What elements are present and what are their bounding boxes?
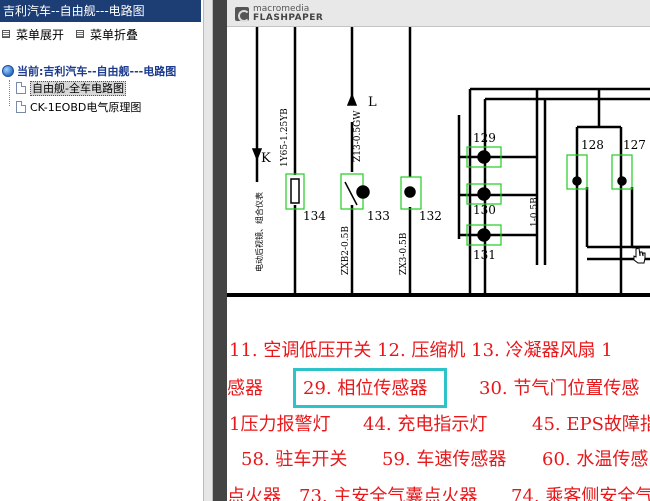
legend-row-2-end: 30. 节气门位置传感 — [479, 378, 640, 399]
globe-icon — [2, 65, 14, 77]
viewer-border — [213, 0, 227, 501]
legend-row-4-start: 58. 驻车开关 — [241, 449, 348, 470]
collapse-menu-label: 菜单折叠 — [90, 28, 139, 42]
legend-row-4-end: 60. 水温传感 — [542, 449, 649, 470]
tree-item-label: 自由舰-全车电路图 — [30, 81, 126, 96]
tree-item-label: CK-1EOBD电气原理图 — [30, 101, 142, 114]
expand-menu-label: 菜单展开 — [16, 28, 65, 42]
list-icon — [76, 30, 84, 38]
component-number: 134 — [303, 209, 326, 223]
legend-row-1: 11. 空调低压开关 12. 压缩机 13. 冷凝器风扇 1 — [229, 340, 613, 361]
wire-label: Z13-0.5GW — [353, 110, 363, 162]
component-number: 130 — [473, 203, 496, 217]
tree-connector — [9, 80, 16, 106]
tree-root[interactable]: 当前:吉利汽车--自由舰---电路图 — [2, 63, 176, 81]
expand-menu-button[interactable]: 菜单展开 — [2, 27, 64, 43]
legend-row-5-end: 74. 乘客侧安全气 — [511, 486, 650, 501]
legend-row-2-start: 感器 — [227, 378, 263, 399]
wire-label: ZX3-0.5B — [399, 232, 409, 275]
tree-item-full-circuit[interactable]: 自由舰-全车电路图 — [16, 81, 126, 97]
collapse-menu-button[interactable]: 菜单折叠 — [76, 27, 138, 43]
document-icon — [16, 82, 26, 94]
viewer-toolbar: macromedia FLASHPAPER — [227, 0, 650, 27]
legend-row-5-start: 点火器 — [227, 486, 281, 501]
component-number: 129 — [473, 131, 496, 145]
macromedia-logo-icon — [235, 7, 250, 22]
nav-frame: 吉利汽车--自由舰---电路图 菜单展开 菜单折叠 当前:吉利汽车--自由舰--… — [0, 0, 203, 501]
frame-splitter[interactable] — [203, 0, 213, 501]
component-number: 127 — [623, 138, 646, 152]
legend-row-3-mid: 44. 充电指示灯 — [363, 414, 488, 435]
wire-label: ZXB2-0.5B — [341, 226, 351, 275]
tree-root-label: 当前:吉利汽车--自由舰---电路图 — [17, 65, 177, 78]
component-number: 132 — [419, 209, 442, 223]
wire-note: 电动后视镜、组合仪表 — [254, 192, 264, 272]
wire-marker: K — [261, 151, 271, 166]
document-icon — [16, 101, 26, 113]
legend-row-5-mid: 73. 主安全气囊点火器 — [299, 486, 478, 501]
wire-label: 1-0.5B — [530, 197, 540, 227]
list-icon — [2, 30, 10, 38]
legend-row-3-start: 1压力报警灯 — [229, 414, 331, 435]
legend-row-3-end: 45. EPS故障指 — [532, 414, 650, 435]
tree-item-obd-schematic[interactable]: CK-1EOBD电气原理图 — [16, 100, 141, 116]
legend-phase-sensor[interactable]: 29. 相位传感器 — [303, 378, 427, 400]
legend-row-4-mid: 59. 车速传感器 — [382, 449, 507, 470]
flashpaper-viewer[interactable]: macromedia FLASHPAPER 134 133 132 129 13… — [227, 0, 650, 501]
wire-label: 1Y65-1.25YB — [280, 108, 290, 167]
component-number: 131 — [473, 248, 496, 262]
hand-cursor-icon — [633, 247, 646, 264]
component-number: 128 — [581, 138, 604, 152]
nav-title: 吉利汽车--自由舰---电路图 — [0, 0, 201, 22]
logo-line-2: FLASHPAPER — [253, 13, 324, 23]
wire-marker: L — [368, 95, 377, 110]
component-number: 133 — [367, 209, 390, 223]
circuit-diagram[interactable]: 134 133 132 129 130 131 128 127 K L 1Y65… — [227, 27, 650, 307]
